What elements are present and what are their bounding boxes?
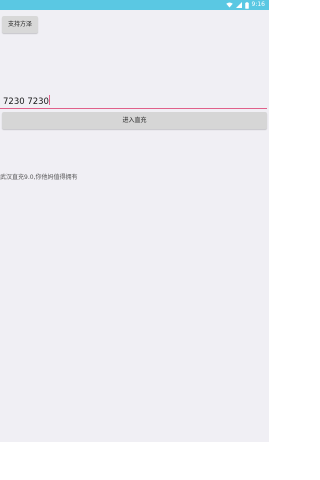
wifi-icon [225, 2, 233, 8]
signal-icon [235, 2, 242, 8]
bottom-area [0, 442, 269, 480]
status-time: 9:16 [251, 1, 265, 8]
code-input-text: 7230 7230 [3, 95, 51, 108]
info-text: 武汉直充9.0,你他妈值得拥有 [0, 174, 78, 181]
status-bar: 9:16 [0, 0, 269, 10]
battery-icon [244, 1, 249, 9]
code-input[interactable]: 7230 7230 [0, 93, 267, 109]
status-icons: 9:16 [225, 0, 265, 10]
code-input-value: 7230 7230 [3, 97, 49, 107]
enter-recharge-button[interactable]: 进入直充 [2, 112, 267, 129]
main-content: 支持方泽 7230 7230 进入直充 武汉直充9.0,你他妈值得拥有 [0, 10, 269, 442]
text-caret [49, 95, 51, 105]
support-button[interactable]: 支持方泽 [2, 16, 38, 33]
